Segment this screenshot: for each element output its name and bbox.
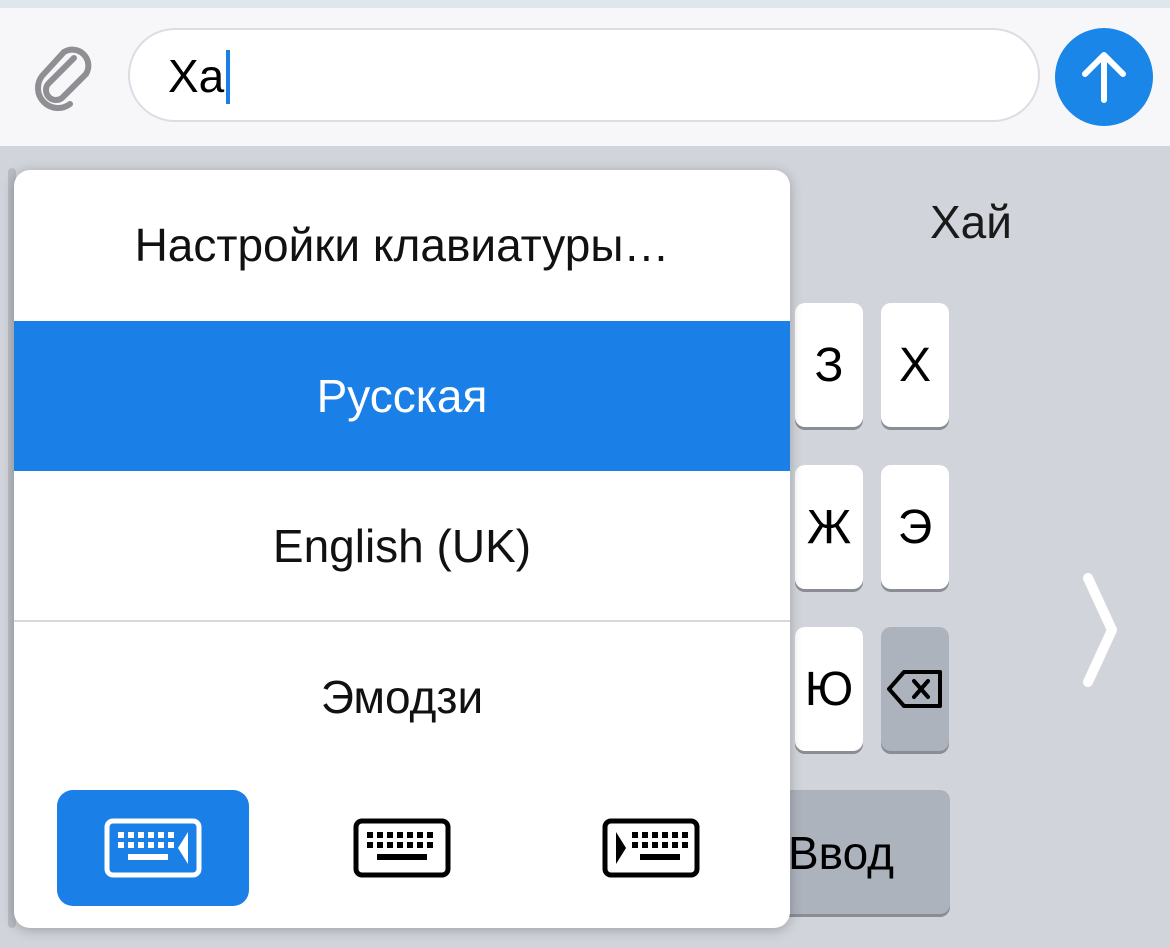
backspace-icon bbox=[887, 670, 942, 708]
key-yu[interactable]: Ю bbox=[795, 627, 863, 751]
keyboard-full-button[interactable] bbox=[306, 790, 498, 906]
enter-key-label: Ввод bbox=[788, 827, 895, 879]
message-input-bar: Xa bbox=[0, 0, 1170, 146]
key-e[interactable]: Э bbox=[881, 465, 949, 589]
menu-item-label: English (UK) bbox=[272, 520, 532, 572]
keyboard-left-button[interactable] bbox=[57, 790, 249, 906]
send-button[interactable] bbox=[1055, 28, 1153, 126]
chevron-right-icon[interactable] bbox=[1080, 570, 1120, 690]
keyboard-switch-menu: Настройки клавиатуры… Русская English (U… bbox=[14, 170, 790, 928]
text-caret bbox=[226, 49, 231, 104]
chat-background-strip bbox=[0, 0, 1170, 8]
key-z[interactable]: З bbox=[795, 303, 863, 427]
menu-item-english-uk[interactable]: English (UK) bbox=[14, 471, 790, 621]
keyboard-right-icon bbox=[602, 818, 700, 878]
key-kh[interactable]: Х bbox=[881, 303, 949, 427]
menu-item-keyboard-settings[interactable]: Настройки клавиатуры… bbox=[14, 170, 790, 320]
menu-item-label: Эмодзи bbox=[320, 671, 484, 723]
backspace-key[interactable] bbox=[881, 627, 949, 751]
keyboard-right-button[interactable] bbox=[555, 790, 747, 906]
paperclip-icon[interactable] bbox=[28, 40, 104, 116]
menu-item-russian[interactable]: Русская bbox=[14, 321, 790, 471]
keyboard-full-icon bbox=[353, 818, 451, 878]
message-input[interactable]: Xa bbox=[128, 28, 1040, 122]
suggestion-word[interactable]: Хай bbox=[930, 195, 1012, 249]
menu-item-label: Русская bbox=[316, 370, 488, 422]
arrow-up-icon bbox=[1082, 52, 1126, 103]
keyboard-left-icon bbox=[104, 818, 202, 878]
key-zh[interactable]: Ж bbox=[795, 465, 863, 589]
menu-item-label: Настройки клавиатуры… bbox=[134, 219, 670, 271]
menu-item-emoji[interactable]: Эмодзи bbox=[14, 622, 790, 772]
message-text: Xa bbox=[168, 49, 231, 104]
